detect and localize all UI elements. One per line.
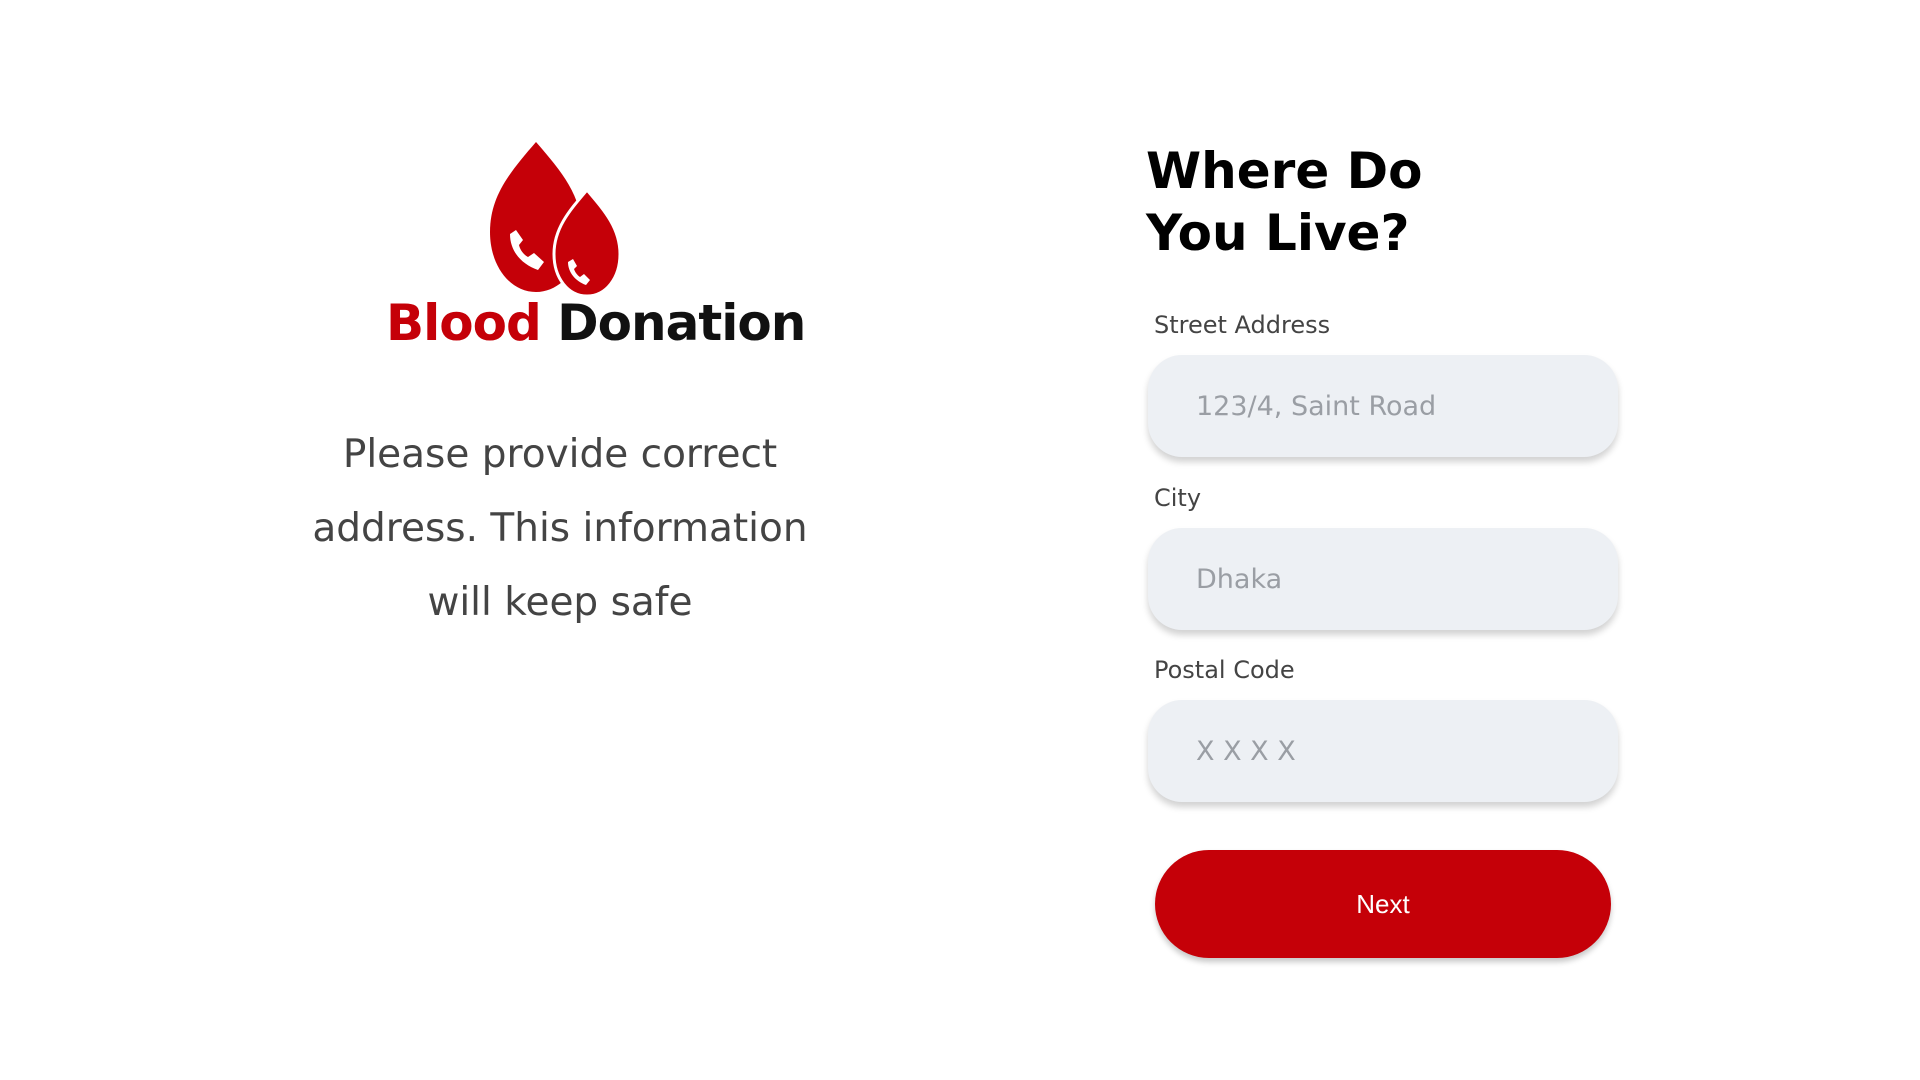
page-title: Where Do You Live? [1146,140,1566,264]
intro-line: address. This information [312,506,808,551]
city-label: City [1154,484,1202,512]
brand-logo: Blood Donation [380,136,806,356]
postal-code-field-container [1148,700,1618,802]
street-address-input[interactable] [1148,355,1618,457]
brand-name: Blood Donation [386,298,806,348]
intro-line: will keep safe [427,580,693,625]
postal-code-label: Postal Code [1154,656,1295,684]
blood-drop-phone-icon [490,142,622,296]
intro-text: Please provide correct address. This inf… [270,418,850,640]
brand-name-blood: Blood [386,294,542,352]
page-title-line: You Live? [1146,204,1410,262]
postal-code-input[interactable] [1148,700,1618,802]
city-input[interactable] [1148,528,1618,630]
brand-name-donation: Donation [557,294,806,352]
street-address-label: Street Address [1154,311,1331,339]
address-page: Blood Donation Please provide correct ad… [0,0,1920,1080]
city-field-container [1148,528,1618,630]
next-button[interactable]: Next [1155,850,1611,958]
street-address-field-container [1148,355,1618,457]
page-title-line: Where Do [1146,142,1423,200]
intro-line: Please provide correct [342,432,778,477]
